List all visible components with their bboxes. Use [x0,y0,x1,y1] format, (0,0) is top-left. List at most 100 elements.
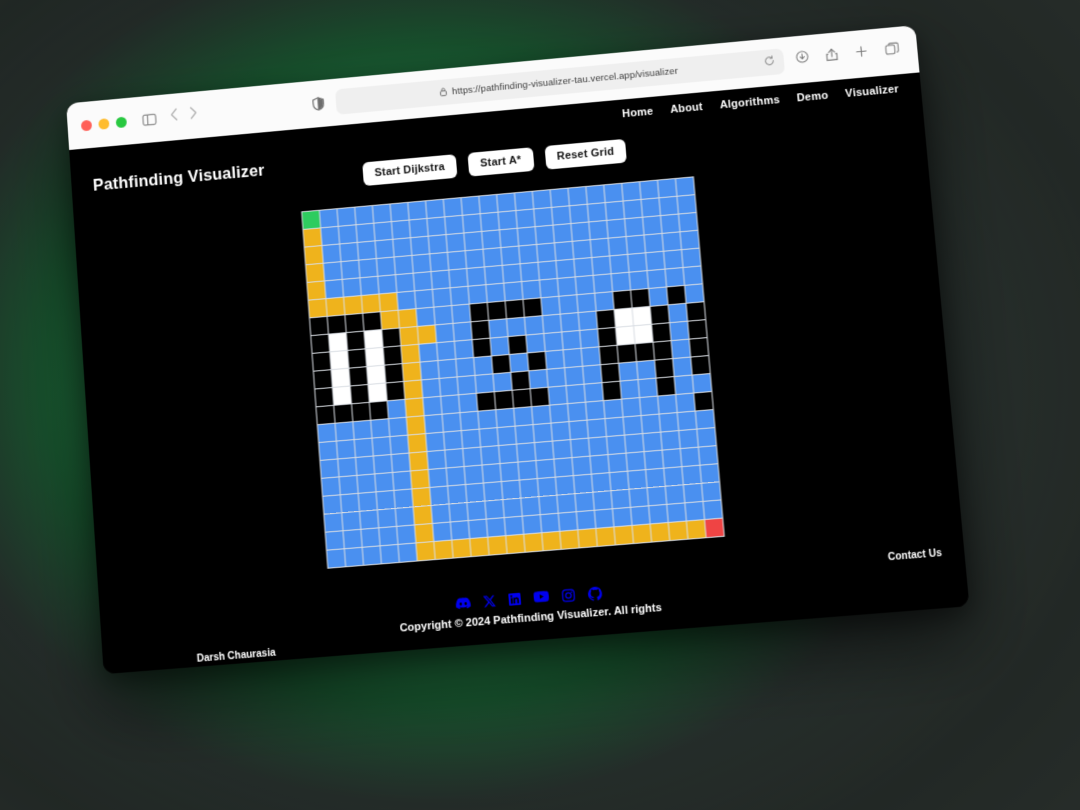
cell-visited[interactable] [502,264,522,283]
cell-visited[interactable] [393,471,412,490]
cell-visited[interactable] [474,356,493,375]
cell-visited[interactable] [586,185,605,204]
cell-path[interactable] [416,542,435,561]
cell-visited[interactable] [501,480,521,500]
cell-visited[interactable] [631,506,650,525]
cell-visited[interactable] [445,449,464,468]
cell-path[interactable] [306,263,325,282]
cell-visited[interactable] [526,334,545,353]
cell-visited[interactable] [534,441,554,461]
cell-visited[interactable] [540,513,560,533]
cell-visited[interactable] [612,507,632,527]
shield-privacy-icon[interactable] [312,96,325,111]
cell-visited[interactable] [593,274,613,293]
cell-visited[interactable] [628,470,647,489]
cell-visited[interactable] [605,417,624,437]
cell-visited[interactable] [376,257,395,276]
cell-visited[interactable] [325,279,344,299]
cell-visited[interactable] [608,237,628,256]
new-tab-icon[interactable] [854,44,869,63]
cell-path[interactable] [506,534,525,554]
cell-visited[interactable] [659,413,679,432]
cell-visited[interactable] [391,220,410,239]
cell-visited[interactable] [685,501,705,521]
cell-path[interactable] [380,310,399,329]
cell-visited[interactable] [643,216,662,235]
cell-visited[interactable] [456,358,475,377]
cell-visited[interactable] [649,504,668,524]
cell-wall[interactable] [313,370,332,389]
cell-visited[interactable] [623,416,643,435]
cell-visited[interactable] [535,225,554,244]
cell-visited[interactable] [449,269,468,288]
cell-visited[interactable] [644,233,663,253]
cell-visited[interactable] [524,316,544,335]
cell-visited[interactable] [575,275,595,295]
cell-visited[interactable] [480,212,499,231]
back-arrow-icon[interactable] [170,108,179,126]
cell-visited[interactable] [626,235,645,254]
nav-item-home[interactable]: Home [622,106,654,121]
cell-wall[interactable] [350,385,369,404]
cell-visited[interactable] [675,177,695,196]
cell-wall[interactable] [635,342,655,362]
start-dijkstra-button[interactable]: Start Dijkstra [361,154,458,187]
cell-wall[interactable] [476,392,496,411]
cell-visited[interactable] [372,437,391,456]
cell-path[interactable] [632,524,652,544]
cell-visited[interactable] [335,422,354,441]
cell-path[interactable] [560,530,579,549]
cell-visited[interactable] [516,209,535,228]
cell-wall[interactable] [494,390,514,410]
cell-visited[interactable] [647,269,666,288]
cell-visited[interactable] [568,187,587,206]
cell-visited[interactable] [489,319,508,338]
cell-visited[interactable] [398,543,417,562]
cell-wall[interactable] [471,320,490,340]
cell-wall[interactable] [691,356,710,375]
cell-wall[interactable] [631,289,650,308]
cell-wall[interactable] [352,402,371,422]
cell-visited[interactable] [497,426,516,446]
cell-visited[interactable] [501,246,520,265]
cell-visited[interactable] [395,507,414,526]
cell-visited[interactable] [360,510,379,529]
cell-visited[interactable] [580,329,599,348]
cell-visited[interactable] [391,453,410,472]
cell-visited[interactable] [539,495,558,515]
cell-visited[interactable] [550,188,569,207]
cell-visited[interactable] [584,383,603,402]
pathfinding-grid[interactable] [301,176,725,569]
cell-wall[interactable] [523,298,542,317]
cell-visited[interactable] [626,452,646,471]
cell-visited[interactable] [357,241,376,260]
cell-visited[interactable] [679,429,698,449]
cell-visited[interactable] [317,423,336,443]
cell-wall[interactable] [505,299,524,319]
cell-visited[interactable] [434,306,453,325]
cell-visited[interactable] [435,323,454,343]
cell-visited[interactable] [573,474,593,494]
cell-visited[interactable] [529,369,548,389]
cell-wall[interactable] [596,310,616,329]
cell-visited[interactable] [395,273,415,292]
cell-visited[interactable] [475,374,494,393]
cell-visited[interactable] [541,296,560,316]
cell-visited[interactable] [676,393,695,413]
cell-visited[interactable] [519,244,538,264]
cell-visited[interactable] [682,248,701,267]
cell-visited[interactable] [557,277,577,296]
cell-wall[interactable] [689,338,709,357]
cell-visited[interactable] [490,337,509,356]
cell-visited[interactable] [443,198,462,217]
cell-letter[interactable] [367,365,386,384]
cell-visited[interactable] [572,456,591,476]
cell-visited[interactable] [507,317,526,337]
cell-wall[interactable] [613,290,632,309]
cell-visited[interactable] [575,492,594,512]
cell-visited[interactable] [662,232,681,251]
cell-letter[interactable] [616,326,635,345]
cell-visited[interactable] [593,491,612,510]
cell-visited[interactable] [499,444,518,464]
cell-visited[interactable] [695,410,715,429]
